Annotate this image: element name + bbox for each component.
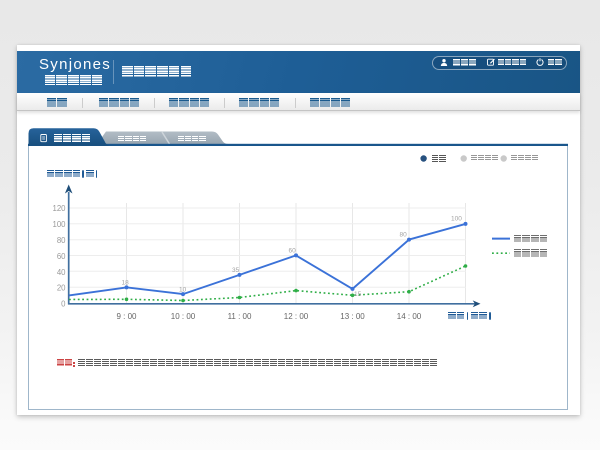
svg-text:120: 120 bbox=[52, 204, 66, 213]
svg-text:11 : 00: 11 : 00 bbox=[228, 312, 252, 321]
svg-text:100: 100 bbox=[451, 216, 462, 223]
svg-text:12 : 00: 12 : 00 bbox=[284, 312, 309, 321]
svg-text:40: 40 bbox=[57, 268, 66, 277]
svg-text:100: 100 bbox=[52, 220, 66, 229]
svg-text:10 : 00: 10 : 00 bbox=[171, 312, 196, 321]
svg-text:20: 20 bbox=[57, 284, 66, 293]
svg-text:60: 60 bbox=[289, 248, 297, 255]
svg-text:60: 60 bbox=[57, 252, 66, 261]
svg-text:80: 80 bbox=[57, 236, 66, 245]
svg-text:13 : 00: 13 : 00 bbox=[340, 312, 365, 321]
svg-text:15: 15 bbox=[354, 291, 362, 298]
svg-text:35: 35 bbox=[232, 267, 240, 274]
svg-text:80: 80 bbox=[400, 232, 408, 239]
svg-text:10: 10 bbox=[179, 287, 187, 294]
svg-text:0: 0 bbox=[61, 300, 66, 309]
svg-text:9 : 00: 9 : 00 bbox=[116, 312, 137, 321]
svg-text:18: 18 bbox=[122, 280, 130, 287]
svg-text:14 : 00: 14 : 00 bbox=[397, 312, 422, 321]
